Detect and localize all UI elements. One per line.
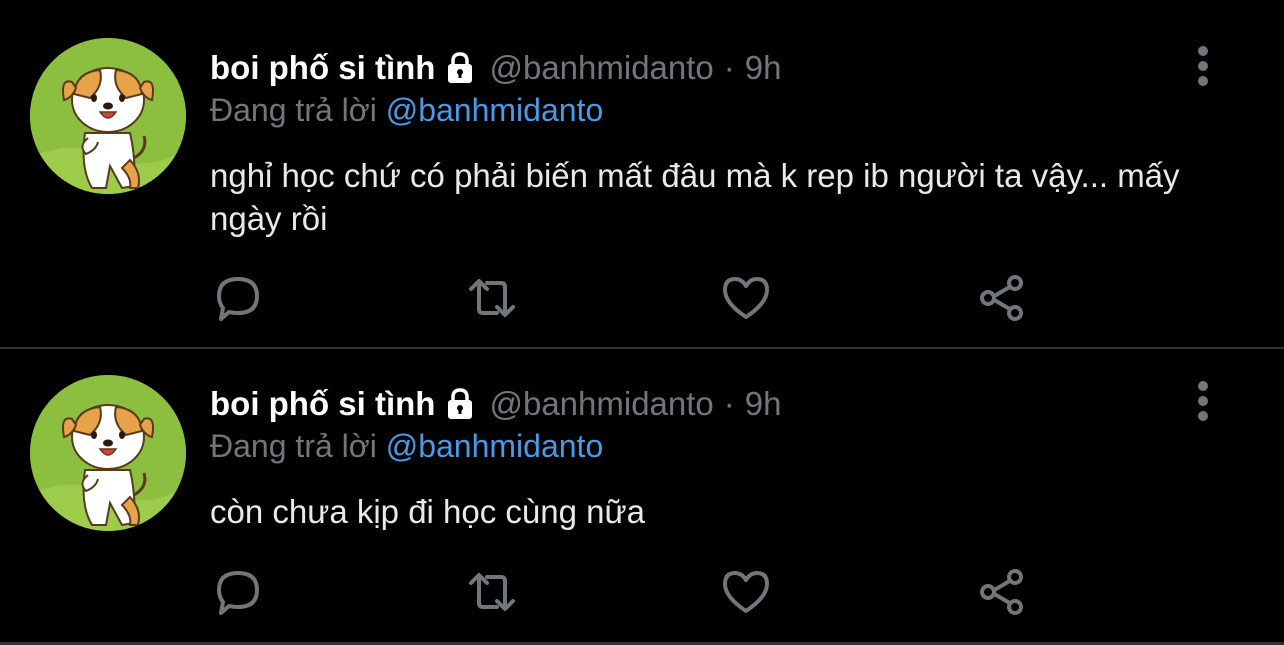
tweet-actions bbox=[210, 270, 1110, 326]
replying-label: Đang trả lời bbox=[210, 92, 377, 128]
reply-button[interactable] bbox=[210, 270, 266, 326]
replying-to: Đang trả lời @banhmidanto bbox=[210, 92, 603, 129]
more-options-icon[interactable] bbox=[1188, 379, 1218, 423]
dog-avatar-image bbox=[30, 375, 186, 531]
separator-dot: · bbox=[723, 49, 735, 86]
separator-dot: · bbox=[723, 385, 735, 422]
tweet[interactable]: boi phố si tình @banhmidanto · 9h Đang t… bbox=[0, 0, 1284, 346]
like-button[interactable] bbox=[718, 564, 774, 620]
replying-mention-link[interactable]: @banhmidanto bbox=[386, 428, 604, 464]
tweet[interactable]: boi phố si tình @banhmidanto · 9h Đang t… bbox=[0, 349, 1284, 645]
more-options-icon[interactable] bbox=[1188, 44, 1218, 88]
lock-icon bbox=[443, 387, 477, 421]
avatar[interactable] bbox=[30, 38, 186, 194]
display-name[interactable]: boi phố si tình bbox=[210, 385, 435, 423]
share-icon bbox=[980, 569, 1023, 615]
user-handle[interactable]: @banhmidanto bbox=[489, 385, 713, 423]
replying-mention-link[interactable]: @banhmidanto bbox=[386, 92, 604, 128]
heart-icon bbox=[723, 277, 769, 319]
tweet-actions bbox=[210, 564, 1110, 620]
user-handle[interactable]: @banhmidanto bbox=[489, 49, 713, 87]
display-name[interactable]: boi phố si tình bbox=[210, 49, 435, 87]
tweet-text: nghỉ học chứ có phải biến mất đâu mà k r… bbox=[210, 157, 1180, 237]
reply-icon bbox=[217, 571, 259, 615]
replying-label: Đang trả lời bbox=[210, 428, 377, 464]
retweet-button[interactable] bbox=[464, 564, 520, 620]
avatar[interactable] bbox=[30, 375, 186, 531]
dog-avatar-image bbox=[30, 38, 186, 194]
tweet-feed: boi phố si tình @banhmidanto · 9h Đang t… bbox=[0, 0, 1284, 645]
like-button[interactable] bbox=[718, 270, 774, 326]
lock-icon bbox=[443, 51, 477, 85]
share-button[interactable] bbox=[974, 564, 1030, 620]
share-button[interactable] bbox=[974, 270, 1030, 326]
share-icon bbox=[980, 275, 1023, 321]
retweet-button[interactable] bbox=[464, 270, 520, 326]
timestamp[interactable]: 9h bbox=[745, 49, 782, 87]
timestamp[interactable]: 9h bbox=[745, 385, 782, 423]
tweet-header: boi phố si tình @banhmidanto · 9h bbox=[210, 382, 782, 426]
heart-icon bbox=[723, 571, 769, 613]
reply-button[interactable] bbox=[210, 564, 266, 620]
replying-to: Đang trả lời @banhmidanto bbox=[210, 428, 603, 465]
tweet-text: còn chưa kịp đi học cùng nữa bbox=[210, 493, 645, 530]
reply-icon bbox=[217, 277, 259, 321]
tweet-header: boi phố si tình @banhmidanto · 9h bbox=[210, 46, 782, 90]
retweet-icon bbox=[469, 279, 515, 317]
retweet-icon bbox=[469, 573, 515, 611]
